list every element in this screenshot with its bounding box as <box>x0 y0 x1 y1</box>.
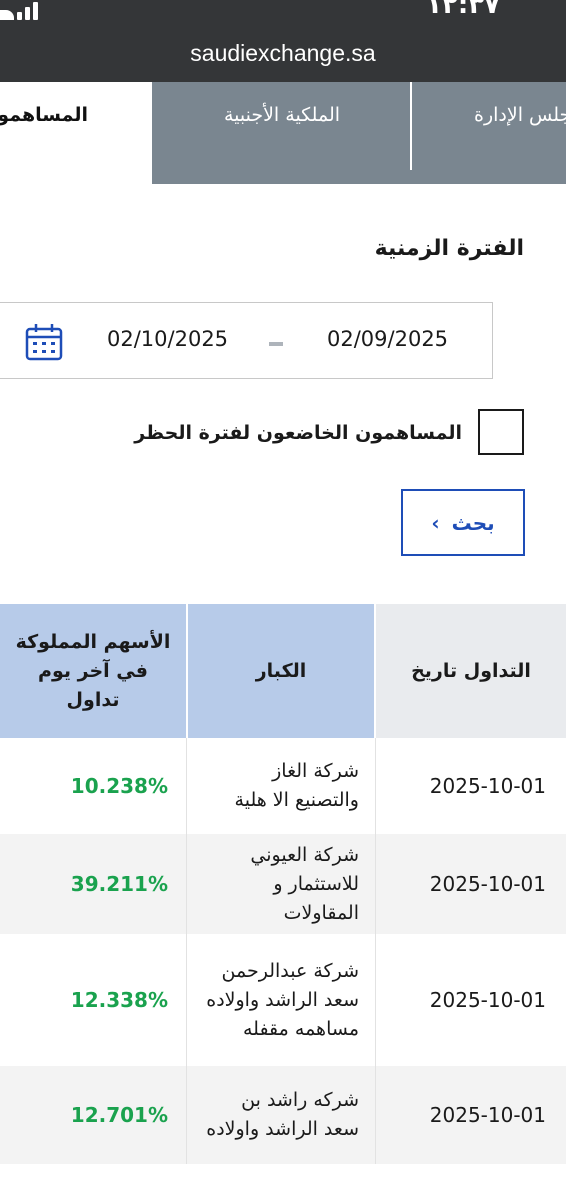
holder-cell: شركه راشد بن سعد الراشد واولاده <box>186 1066 376 1164</box>
address-bar[interactable]: saudiexchange.sa <box>0 40 566 67</box>
end-date-field[interactable]: 02/10/2025 <box>107 327 228 351</box>
shares-cell: 10.238% <box>70 774 168 798</box>
date-cell: 2025-10-01 <box>429 988 546 1012</box>
signal-icon <box>0 0 38 20</box>
search-button[interactable]: ‹ بحث <box>401 489 525 556</box>
shares-cell: 12.701% <box>70 1103 168 1127</box>
holder-cell: شركة عبدالرحمن سعد الراشد واولاده مساهمه… <box>186 934 376 1066</box>
table-row: 10.238% شركة الغاز والتصنيع الا هلية 202… <box>0 738 566 834</box>
tab-label: مجلس الإدارة <box>474 104 566 126</box>
tab-label: المساهمون <box>0 104 88 126</box>
tab-label: الملكية الأجنبية <box>223 104 341 126</box>
table-row: 12.338% شركة عبدالرحمن سعد الراشد واولاد… <box>0 934 566 1066</box>
shares-cell: 12.338% <box>70 988 168 1012</box>
table-row: 12.701% شركه راشد بن سعد الراشد واولاده … <box>0 1066 566 1164</box>
tab-shareholders[interactable]: المساهمون <box>0 82 152 184</box>
date-cell: 2025-10-01 <box>429 774 546 798</box>
calendar-icon[interactable] <box>25 323 63 361</box>
table-row: 39.211% شركة العيوني للاستثمار و المقاول… <box>0 834 566 934</box>
date-cell: 2025-10-01 <box>429 1103 546 1127</box>
column-header-holder[interactable]: الكبار <box>186 604 376 738</box>
tab-bar: المساهمون الملكية الأجنبية مجلس الإدارة <box>0 82 566 184</box>
date-cell: 2025-10-01 <box>429 872 546 896</box>
column-header-date[interactable]: التداول تاريخ <box>376 604 566 738</box>
browser-top-bar: ١٢:٣٧ saudiexchange.sa <box>0 0 566 82</box>
status-time: ١٢:٣٧ <box>426 0 500 20</box>
tab-board[interactable]: مجلس الإدارة <box>412 82 566 184</box>
start-date-field[interactable]: 02/09/2025 <box>327 327 448 351</box>
date-range-picker[interactable]: 02/10/2025 02/09/2025 <box>0 302 493 379</box>
chevron-left-icon: ‹ <box>431 510 440 535</box>
holder-cell: شركة العيوني للاستثمار و المقاولات <box>186 834 376 934</box>
shares-cell: 39.211% <box>70 872 168 896</box>
period-title: الفترة الزمنية <box>374 236 524 261</box>
restricted-shareholders-checkbox[interactable] <box>478 409 524 455</box>
holder-cell: شركة الغاز والتصنيع الا هلية <box>186 738 376 834</box>
restricted-shareholders-label: المساهمون الخاضعون لفترة الحظر <box>134 422 462 444</box>
tab-foreign-ownership[interactable]: الملكية الأجنبية <box>152 82 412 184</box>
column-header-shares[interactable]: الأسهم المملوكة في آخر يوم تداول <box>0 604 186 738</box>
date-separator <box>269 342 283 346</box>
search-button-label: بحث <box>451 510 495 535</box>
